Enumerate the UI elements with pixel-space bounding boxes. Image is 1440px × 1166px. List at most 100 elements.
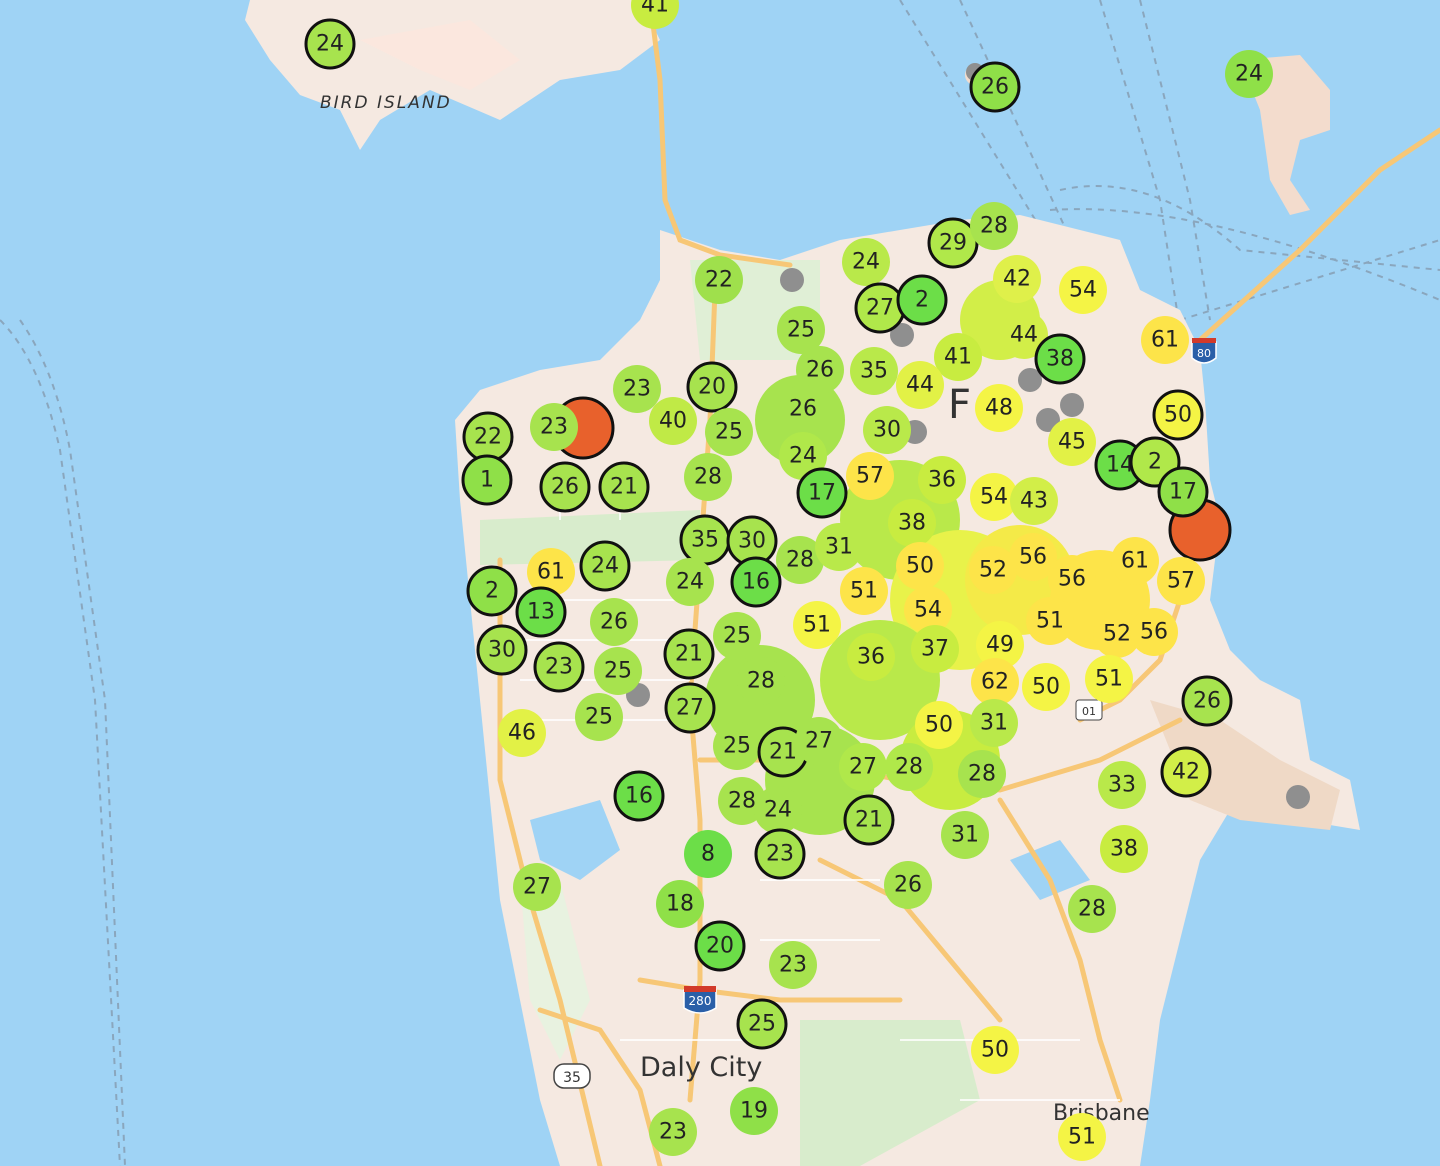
aqi-marker[interactable]: 26 (884, 861, 932, 909)
aqi-marker[interactable]: 36 (918, 456, 966, 504)
aqi-marker[interactable]: 23 (533, 641, 585, 693)
aqi-marker[interactable]: 25 (713, 612, 761, 660)
aqi-marker[interactable]: 46 (498, 709, 546, 757)
aqi-marker[interactable]: 51 (1058, 1113, 1106, 1161)
aqi-marker[interactable]: 17 (1157, 466, 1209, 518)
aqi-marker[interactable]: 16 (730, 556, 782, 608)
aqi-marker[interactable]: 20 (694, 920, 746, 972)
aqi-marker[interactable]: 21 (663, 628, 715, 680)
aqi-marker[interactable]: 23 (649, 1108, 697, 1156)
aqi-marker[interactable]: 42 (993, 255, 1041, 303)
aqi-marker[interactable]: 45 (1048, 418, 1096, 466)
aqi-marker[interactable]: 30 (863, 406, 911, 454)
aqi-marker[interactable]: 24 (754, 786, 802, 834)
aqi-marker[interactable]: 62 (971, 658, 1019, 706)
aqi-marker[interactable]: 25 (713, 722, 761, 770)
gray-marker[interactable] (1060, 393, 1084, 417)
aqi-marker[interactable]: 20 (686, 361, 738, 413)
aqi-marker[interactable]: 27 (513, 863, 561, 911)
aqi-marker[interactable]: 56 (1130, 608, 1178, 656)
aqi-marker[interactable]: 50 (971, 1026, 1019, 1074)
aqi-marker[interactable]: 50 (896, 542, 944, 590)
map-svg[interactable]: BIRD ISLAND Daly City Brisbane F 280 35 … (0, 0, 1440, 1166)
aqi-marker[interactable]: 2 (466, 565, 518, 617)
aqi-marker[interactable]: 40 (649, 397, 697, 445)
aqi-marker[interactable]: 31 (941, 811, 989, 859)
aqi-marker[interactable]: 28 (1068, 885, 1116, 933)
aqi-marker[interactable]: 27 (795, 717, 843, 765)
aqi-marker[interactable]: 31 (970, 699, 1018, 747)
aqi-marker[interactable]: 26 (1181, 675, 1233, 727)
aqi-marker[interactable]: 29 (927, 217, 979, 269)
aqi-marker[interactable]: 28 (958, 750, 1006, 798)
aqi-marker[interactable]: 38 (888, 499, 936, 547)
aqi-marker[interactable]: 36 (847, 633, 895, 681)
aqi-marker[interactable]: 24 (579, 540, 631, 592)
aqi-marker[interactable]: 21 (598, 461, 650, 513)
aqi-marker[interactable]: 50 (1152, 389, 1204, 441)
aqi-marker[interactable]: 51 (1026, 597, 1074, 645)
aqi-marker[interactable]: 24 (666, 558, 714, 606)
aqi-marker[interactable]: 26 (590, 598, 638, 646)
aqi-marker[interactable]: 31 (815, 523, 863, 571)
aqi-marker[interactable]: 25 (705, 408, 753, 456)
aqi-marker[interactable]: 8 (684, 830, 732, 878)
aqi-marker[interactable]: 26 (779, 385, 827, 433)
aqi-marker[interactable]: 42 (1160, 746, 1212, 798)
aqi-marker[interactable]: 54 (1059, 266, 1107, 314)
aqi-marker[interactable]: 24 (304, 18, 356, 70)
aqi-marker[interactable]: 23 (754, 828, 806, 880)
aqi-marker[interactable]: 30 (476, 624, 528, 676)
aqi-marker[interactable]: 28 (970, 202, 1018, 250)
aqi-marker[interactable]: 33 (1098, 761, 1146, 809)
aqi-marker[interactable]: 51 (1085, 655, 1133, 703)
gray-marker[interactable] (1286, 785, 1310, 809)
aqi-marker[interactable]: 51 (793, 601, 841, 649)
gray-marker[interactable] (780, 268, 804, 292)
aqi-marker[interactable]: 38 (1034, 333, 1086, 385)
aqi-marker[interactable]: 44 (896, 361, 944, 409)
aqi-marker[interactable]: 38 (1100, 825, 1148, 873)
aqi-marker[interactable]: 26 (969, 61, 1021, 113)
aqi-marker[interactable]: 24 (1225, 50, 1273, 98)
aqi-marker[interactable]: 27 (854, 282, 906, 334)
map-canvas[interactable]: BIRD ISLAND Daly City Brisbane F 280 35 … (0, 0, 1440, 1166)
aqi-marker[interactable]: 57 (1157, 557, 1205, 605)
aqi-marker[interactable]: 22 (695, 256, 743, 304)
aqi-marker[interactable]: 43 (1010, 477, 1058, 525)
aqi-marker[interactable]: 27 (664, 682, 716, 734)
aqi-marker[interactable]: 22 (462, 411, 514, 463)
aqi-marker[interactable]: 28 (684, 453, 732, 501)
aqi-marker[interactable]: 18 (656, 880, 704, 928)
aqi-marker[interactable]: 1 (461, 454, 513, 506)
aqi-marker[interactable]: 35 (850, 347, 898, 395)
aqi-marker[interactable]: 50 (1022, 663, 1070, 711)
aqi-marker[interactable]: 28 (885, 743, 933, 791)
aqi-marker[interactable]: 35 (679, 514, 731, 566)
aqi-marker[interactable]: 61 (1141, 316, 1189, 364)
aqi-marker[interactable]: 23 (530, 403, 578, 451)
aqi-marker[interactable]: 2 (896, 274, 948, 326)
aqi-marker[interactable]: 28 (737, 657, 785, 705)
aqi-marker[interactable]: 51 (840, 567, 888, 615)
aqi-marker[interactable]: 25 (594, 647, 642, 695)
aqi-marker[interactable]: 16 (613, 770, 665, 822)
aqi-marker[interactable]: 21 (843, 794, 895, 846)
aqi-marker[interactable]: 13 (515, 586, 567, 638)
aqi-marker[interactable]: 25 (575, 693, 623, 741)
aqi-marker[interactable]: 23 (613, 365, 661, 413)
aqi-marker[interactable]: 24 (842, 238, 890, 286)
aqi-marker[interactable]: 17 (796, 467, 848, 519)
aqi-marker[interactable]: 37 (911, 625, 959, 673)
aqi-marker[interactable]: 27 (839, 743, 887, 791)
aqi-marker[interactable]: 26 (539, 461, 591, 513)
aqi-marker[interactable]: 23 (769, 941, 817, 989)
aqi-marker[interactable]: 25 (736, 998, 788, 1050)
aqi-marker[interactable]: 61 (1111, 537, 1159, 585)
aqi-marker[interactable]: 50 (915, 701, 963, 749)
aqi-marker[interactable]: 57 (846, 452, 894, 500)
aqi-marker[interactable]: 52 (969, 546, 1017, 594)
aqi-marker[interactable]: 19 (730, 1087, 778, 1135)
aqi-marker[interactable]: 48 (975, 384, 1023, 432)
aqi-marker[interactable]: 56 (1048, 555, 1096, 603)
